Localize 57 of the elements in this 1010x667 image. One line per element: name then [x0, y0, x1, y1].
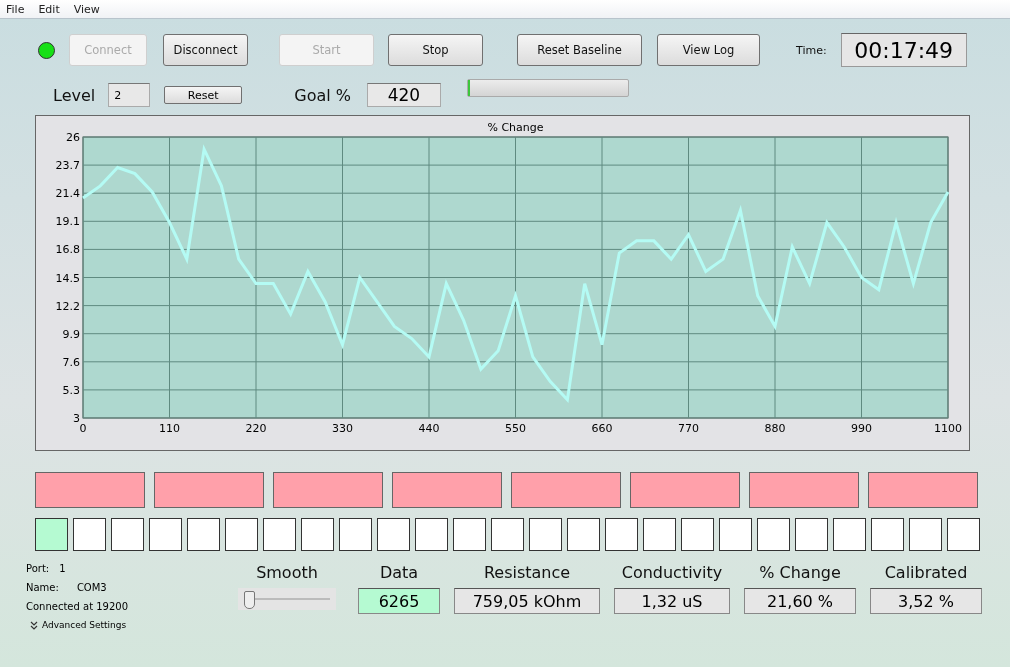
y-tick-label: 16.8	[55, 243, 80, 257]
time-display: 00:17:49	[840, 33, 967, 67]
chevron-down-icon[interactable]	[30, 620, 38, 630]
x-tick-label: 770	[678, 422, 699, 435]
toolbar-button[interactable]: Reset Baseline	[517, 34, 642, 66]
readout-value: 759,05 kOhm	[454, 588, 600, 614]
readout-value: 21,60 %	[744, 588, 856, 614]
x-tick-label: 330	[332, 422, 353, 435]
goal-field[interactable]: 420	[366, 83, 441, 107]
readout-label: Resistance	[483, 563, 571, 582]
readout-value: 6265	[358, 588, 440, 614]
name-value: COM3	[76, 582, 107, 593]
y-tick-label: 9.9	[62, 327, 80, 341]
smooth-slider[interactable]	[238, 588, 336, 610]
y-tick-label: 14.5	[55, 271, 80, 285]
toolbar-button[interactable]: View Log	[657, 34, 760, 66]
connection-status: Connected at 19200	[26, 601, 129, 612]
x-tick-label: 220	[245, 422, 267, 435]
smooth-label: Smooth	[256, 563, 318, 582]
readout-label: Data	[379, 563, 419, 582]
readout-value: 1,32 uS	[614, 588, 730, 614]
y-tick-label: 5.3	[62, 383, 80, 397]
y-tick-label: 19.1	[55, 215, 80, 229]
x-tick-label: 990	[851, 422, 872, 435]
x-tick-label: 880	[764, 422, 786, 435]
y-tick-label: 3	[73, 412, 80, 425]
advanced-settings-link[interactable]: Advanced Settings	[42, 620, 127, 630]
chart-title: % Change	[487, 121, 544, 134]
readout-label: % Change	[759, 563, 841, 582]
level-label: Level	[53, 85, 96, 105]
level-field[interactable]: 2	[108, 83, 151, 107]
menu-item[interactable]: File	[6, 2, 25, 16]
readout-value: 3,52 %	[870, 588, 982, 614]
readout-label: Conductivity	[621, 563, 723, 582]
readout-label: Calibrated	[884, 563, 968, 582]
y-tick-label: 23.7	[55, 159, 80, 173]
port-label: Port:	[26, 563, 50, 574]
x-tick-label: 1100	[934, 422, 962, 435]
x-tick-label: 440	[418, 422, 440, 435]
port-value: 1	[59, 563, 66, 574]
y-tick-label: 21.4	[55, 187, 80, 201]
menu-item[interactable]: View	[73, 2, 100, 16]
time-label: Time:	[796, 43, 827, 57]
x-tick-label: 550	[505, 422, 526, 435]
menu-item[interactable]: Edit	[38, 2, 60, 16]
x-tick-label: 110	[159, 422, 180, 435]
x-tick-label: 0	[79, 422, 87, 435]
x-tick-label: 660	[591, 422, 613, 435]
toolbar-button[interactable]: Stop	[388, 34, 483, 66]
y-tick-label: 26	[66, 131, 80, 144]
name-label: Name:	[26, 582, 59, 593]
reset-button[interactable]: Reset	[164, 86, 243, 104]
slider-thumb[interactable]	[244, 591, 255, 609]
goal-label: Goal %	[294, 85, 351, 105]
toolbar-button[interactable]: Disconnect	[163, 34, 248, 66]
y-tick-label: 7.6	[62, 355, 80, 369]
y-tick-label: 12.2	[55, 299, 80, 313]
